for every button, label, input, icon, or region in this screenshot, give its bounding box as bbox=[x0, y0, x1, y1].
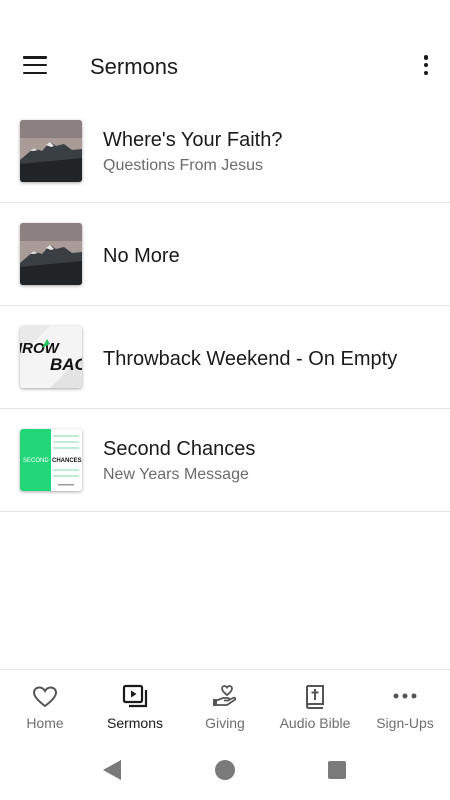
thumbnail-text: BAC bbox=[50, 355, 82, 374]
nav-item-sermons[interactable]: Sermons bbox=[90, 670, 180, 739]
nav-item-sign-ups[interactable]: Sign-Ups bbox=[360, 670, 450, 739]
more-vertical-icon[interactable] bbox=[420, 52, 432, 78]
sermon-thumbnail bbox=[20, 223, 82, 285]
sermon-item[interactable]: Where's Your Faith? Questions From Jesus bbox=[0, 100, 450, 203]
bible-icon bbox=[301, 683, 329, 711]
nav-item-home[interactable]: Home bbox=[0, 670, 90, 739]
system-navigation-bar bbox=[0, 740, 450, 800]
recent-square-icon[interactable] bbox=[328, 761, 346, 779]
sermon-item[interactable]: IROW BAC Throwback Weekend - On Empty bbox=[0, 306, 450, 409]
sermon-title: Second Chances bbox=[103, 438, 256, 460]
status-bar bbox=[0, 0, 450, 28]
nav-item-audio-bible[interactable]: Audio Bible bbox=[270, 670, 360, 739]
nav-label: Giving bbox=[205, 715, 245, 731]
mountain-image bbox=[20, 223, 82, 285]
sermon-thumbnail: IROW BAC bbox=[20, 326, 82, 388]
sermon-item[interactable]: No More bbox=[0, 203, 450, 306]
nav-label: Home bbox=[26, 715, 64, 731]
video-library-icon bbox=[121, 683, 149, 711]
sermon-title: Where's Your Faith? bbox=[103, 129, 283, 151]
nav-label: Sermons bbox=[106, 715, 164, 731]
back-triangle-icon[interactable] bbox=[102, 759, 122, 781]
more-horizontal-icon bbox=[391, 683, 419, 711]
heart-icon bbox=[31, 683, 59, 711]
sermon-item[interactable]: SECOND CHANCES Second Chances New Years … bbox=[0, 409, 450, 512]
nav-label: Sign-Ups bbox=[376, 715, 434, 731]
bottom-navigation: Home Sermons Giving Audio Bible Sign-Ups bbox=[0, 669, 450, 739]
throwback-graphic: IROW BAC bbox=[20, 326, 82, 388]
nav-item-giving[interactable]: Giving bbox=[180, 670, 270, 739]
sermon-subtitle: New Years Message bbox=[103, 466, 249, 483]
thumbnail-text: CHANCES bbox=[52, 458, 82, 464]
home-circle-icon[interactable] bbox=[215, 760, 235, 780]
sermon-thumbnail bbox=[20, 120, 82, 182]
page-title: Sermons bbox=[90, 54, 179, 79]
hand-heart-icon bbox=[211, 683, 239, 711]
sermon-thumbnail: SECOND CHANCES bbox=[20, 429, 82, 491]
sermon-list: Where's Your Faith? Questions From Jesus… bbox=[0, 100, 450, 512]
thumbnail-text: SECOND bbox=[23, 458, 49, 464]
sermon-subtitle: Questions From Jesus bbox=[103, 157, 264, 174]
hamburger-menu-icon[interactable] bbox=[20, 52, 50, 78]
sermon-title: Throwback Weekend - On Empty bbox=[103, 348, 398, 370]
app-bar: Sermons bbox=[0, 28, 450, 104]
sermon-title: No More bbox=[103, 245, 180, 267]
mountain-image bbox=[20, 120, 82, 182]
second-chances-graphic: SECOND CHANCES bbox=[20, 429, 82, 491]
nav-label: Audio Bible bbox=[279, 715, 351, 731]
